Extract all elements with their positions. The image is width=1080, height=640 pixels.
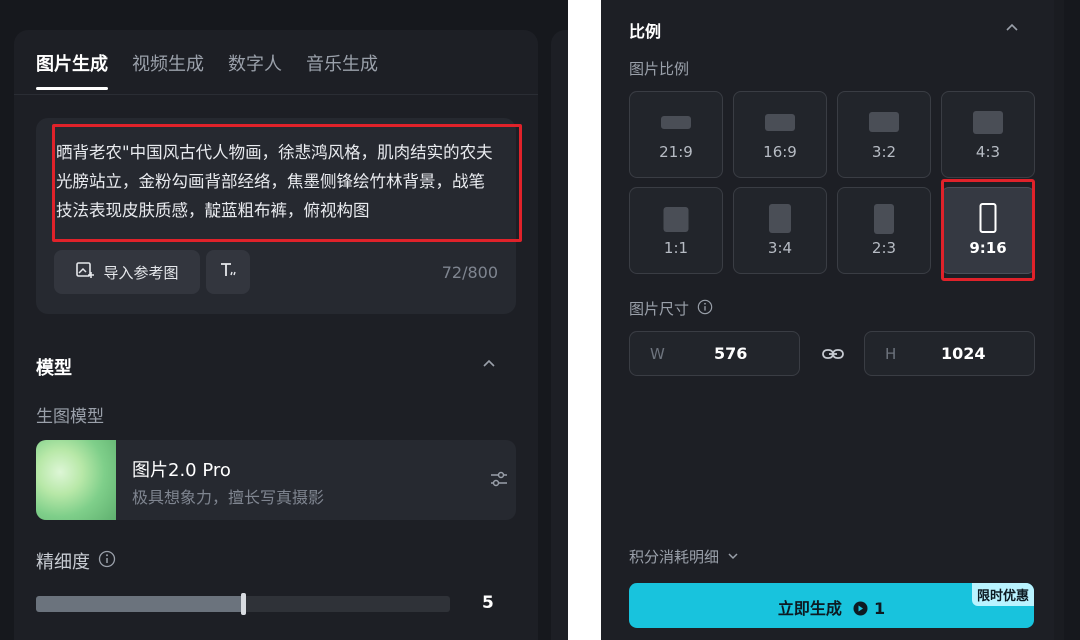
- tabs-divider: [14, 94, 538, 95]
- info-icon[interactable]: [98, 550, 116, 573]
- mode-tabs: 图片生成 视频生成 数字人 音乐生成: [36, 50, 378, 90]
- ratio-settings-panel: 比例 图片比例 21:9 16:9 3:2 4:3 1:1 3:4 2:3 9:…: [601, 0, 1054, 640]
- ratio-label: 3:2: [871, 143, 897, 161]
- link-icon[interactable]: [821, 344, 845, 364]
- slider-fill: [36, 596, 243, 612]
- generate-button[interactable]: 立即生成 1 限时优惠: [629, 583, 1034, 628]
- ratio-shape-icon: [874, 204, 894, 234]
- import-reference-label: 导入参考图: [103, 263, 179, 282]
- adjacent-panel-edge: [551, 30, 568, 640]
- detail-value: 5: [482, 593, 494, 613]
- generate-cost: 1: [874, 599, 886, 618]
- tab-video-generation[interactable]: 视频生成: [132, 50, 204, 90]
- ratio-label: 1:1: [663, 239, 689, 257]
- right-screenshot: 比例 图片比例 21:9 16:9 3:2 4:3 1:1 3:4 2:3 9:…: [601, 0, 1080, 640]
- size-title: 图片尺寸: [629, 298, 713, 319]
- credit-detail-label: 积分消耗明细: [629, 548, 720, 566]
- credit-coin-icon: [853, 601, 868, 620]
- ratio-section-title: 比例: [629, 22, 662, 41]
- text-style-button[interactable]: [206, 250, 250, 294]
- ratio-option-21-9[interactable]: 21:9: [629, 91, 723, 178]
- ratio-label: 2:3: [871, 239, 897, 257]
- ratio-label: 4:3: [975, 143, 1001, 161]
- ratio-option-2-3[interactable]: 2:3: [837, 187, 931, 274]
- chevron-down-icon: [727, 548, 739, 566]
- ratio-option-4-3[interactable]: 4:3: [941, 91, 1035, 178]
- width-value: 576: [714, 344, 748, 363]
- detail-title-label: 精细度: [36, 552, 90, 573]
- ratio-option-3-4[interactable]: 3:4: [733, 187, 827, 274]
- ratio-label: 21:9: [659, 143, 693, 161]
- prompt-actions: 导入参考图: [54, 250, 250, 294]
- ratio-shape-icon: [769, 204, 791, 233]
- ratio-shape-icon: [973, 111, 1003, 134]
- ratio-shape-icon: [661, 116, 691, 129]
- import-reference-button[interactable]: 导入参考图: [54, 250, 200, 294]
- ratio-shape-icon: [765, 114, 795, 131]
- ratio-option-1-1[interactable]: 1:1: [629, 187, 723, 274]
- ratio-option-9-16[interactable]: 9:16: [941, 187, 1035, 274]
- height-prefix: H: [885, 345, 897, 363]
- detail-title: 精细度: [36, 548, 116, 574]
- ratio-shape-icon: [869, 112, 899, 132]
- sliders-icon[interactable]: [488, 468, 510, 490]
- char-count: 72/800: [441, 263, 498, 282]
- tab-digital-human[interactable]: 数字人: [228, 50, 282, 90]
- tab-music-generation[interactable]: 音乐生成: [306, 50, 378, 90]
- ratio-shape-icon: [979, 203, 997, 233]
- model-name: 图片2.0 Pro: [132, 460, 231, 481]
- tab-image-generation[interactable]: 图片生成: [36, 50, 108, 90]
- slider-handle[interactable]: [241, 593, 246, 615]
- prompt-box: 晒背老农"中国风古代人物画，徐悲鸿风格，肌肉结实的农夫光膀站立，金粉勾画背部经络…: [36, 118, 522, 314]
- ratio-sub-label: 图片比例: [629, 60, 690, 78]
- adjacent-panel-edge: [1064, 0, 1080, 640]
- height-value: 1024: [941, 344, 986, 363]
- width-field[interactable]: W 576: [629, 331, 800, 376]
- ratio-label: 3:4: [767, 239, 793, 257]
- image-add-icon: [75, 260, 95, 284]
- prompt-input[interactable]: 晒背老农"中国风古代人物画，徐悲鸿风格，肌肉结实的农夫光膀站立，金粉勾画背部经络…: [50, 124, 502, 238]
- ratio-label: 9:16: [969, 239, 1007, 257]
- model-thumbnail: [36, 440, 116, 520]
- image-generation-panel: 图片生成 视频生成 数字人 音乐生成 晒背老农"中国风古代人物画，徐悲鸿风格，肌…: [14, 30, 538, 640]
- model-description: 极具想象力，擅长写真摄影: [132, 488, 325, 507]
- size-title-label: 图片尺寸: [629, 300, 690, 318]
- generate-label: 立即生成: [777, 599, 842, 618]
- model-card[interactable]: 图片2.0 Pro 极具想象力，擅长写真摄影: [36, 440, 516, 520]
- model-sub-label: 生图模型: [36, 407, 104, 427]
- chevron-up-icon[interactable]: [1005, 20, 1019, 34]
- ratio-label: 16:9: [763, 143, 797, 161]
- ratio-option-3-2[interactable]: 3:2: [837, 91, 931, 178]
- ratio-option-16-9[interactable]: 16:9: [733, 91, 827, 178]
- left-screenshot: 图片生成 视频生成 数字人 音乐生成 晒背老农"中国风古代人物画，徐悲鸿风格，肌…: [0, 0, 568, 640]
- height-field[interactable]: H 1024: [864, 331, 1035, 376]
- info-icon[interactable]: [697, 299, 713, 319]
- ratio-grid: 21:9 16:9 3:2 4:3 1:1 3:4 2:3 9:16: [629, 91, 1035, 274]
- chevron-up-icon[interactable]: [482, 356, 496, 370]
- promo-badge: 限时优惠: [971, 583, 1034, 606]
- model-section-title: 模型: [36, 358, 72, 379]
- detail-slider[interactable]: [36, 593, 450, 615]
- ratio-shape-icon: [663, 207, 689, 232]
- credit-detail-toggle[interactable]: 积分消耗明细: [629, 546, 739, 567]
- width-prefix: W: [650, 345, 665, 363]
- text-format-icon: [218, 260, 238, 284]
